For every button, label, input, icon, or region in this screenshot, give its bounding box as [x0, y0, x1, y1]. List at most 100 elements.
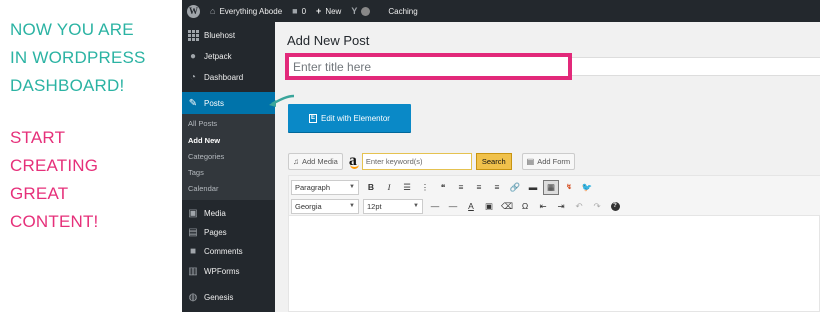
sidebar-item-dashboard[interactable]: ◔ Dashboard	[182, 66, 275, 88]
edit-with-elementor-button[interactable]: E Edit with Elementor	[288, 104, 411, 132]
link-icon[interactable]: 🔗	[507, 180, 523, 195]
add-form-button[interactable]: ▤ Add Form	[521, 152, 576, 170]
format-select[interactable]: Paragraph ▼	[291, 179, 359, 195]
caching-label: Caching	[388, 6, 418, 16]
marketing-caption: NOW YOU ARE IN WORDPRESS DASHBOARD! STAR…	[10, 16, 170, 236]
special-character-icon[interactable]: Ω	[517, 199, 533, 214]
caption-line: START	[10, 128, 66, 147]
submenu-item-tags[interactable]: Tags	[188, 168, 204, 177]
caption-line: DASHBOARD!	[10, 76, 125, 95]
media-icon: ♫	[293, 156, 299, 166]
outdent-icon[interactable]: ⇤	[535, 199, 551, 214]
align-left-icon[interactable]: ≡	[453, 180, 469, 195]
redo-icon[interactable]: ↷	[589, 199, 605, 214]
form-icon: ▤	[526, 156, 535, 166]
kitchen-sink-icon[interactable]: ▦	[543, 179, 559, 195]
sidebar-item-bluehost[interactable]: Bluehost	[182, 24, 275, 46]
chevron-down-icon: ▼	[413, 203, 419, 209]
font-family-select[interactable]: Georgia ▼	[291, 198, 359, 214]
keyword-search-input[interactable]	[361, 152, 472, 170]
forms-icon: ▥	[188, 265, 198, 277]
sidebar-item-label: Pages	[204, 227, 227, 237]
chevron-down-icon: ▼	[349, 203, 355, 209]
align-right-icon[interactable]: ≡	[489, 180, 505, 195]
comments-link[interactable]: ■ 0	[287, 0, 311, 22]
submenu-item-add-new[interactable]: Add New	[188, 136, 220, 145]
paste-text-icon[interactable]: ▣	[481, 199, 497, 214]
submenu-item-categories[interactable]: Categories	[188, 152, 224, 161]
plus-icon: +	[316, 6, 322, 16]
horizontal-line-icon[interactable]: —	[445, 199, 461, 214]
twitter-icon[interactable]: 🐦	[579, 180, 595, 195]
add-media-button[interactable]: ♫ Add Media	[288, 152, 343, 170]
title-field-extension	[572, 57, 820, 76]
page-title: Add New Post	[287, 33, 370, 48]
strikethrough-icon[interactable]: —	[427, 199, 443, 214]
elementor-icon: E	[309, 113, 318, 123]
help-glyph: ?	[610, 201, 620, 211]
blockquote-icon[interactable]: ❝	[435, 180, 451, 195]
help-icon[interactable]: ?	[607, 199, 623, 214]
sidebar-item-genesis[interactable]: ◍ Genesis	[182, 286, 275, 308]
pages-icon: ▤	[188, 226, 198, 238]
submenu-item-calendar[interactable]: Calendar	[188, 184, 218, 193]
jetpack-icon: ●	[189, 50, 197, 62]
align-center-icon[interactable]: ≡	[471, 180, 487, 195]
add-media-label: Add Media	[302, 156, 338, 166]
new-label: New	[325, 6, 342, 16]
yoast-menu[interactable]: Y	[346, 0, 375, 22]
search-button[interactable]: Search	[475, 152, 512, 170]
sidebar-item-label: Media	[204, 208, 226, 218]
sidebar-item-comments[interactable]: ■ Comments	[182, 240, 275, 262]
admin-bar: W ⌂ Everything Abode ■ 0 + New Y Caching	[182, 0, 820, 22]
clear-formatting-icon[interactable]: ⌫	[499, 199, 515, 214]
caching-menu[interactable]: Caching	[383, 0, 422, 22]
sidebar-item-wpforms[interactable]: ▥ WPForms	[182, 260, 275, 282]
comments-count: 0	[301, 6, 307, 16]
sidebar-item-label: WPForms	[204, 266, 240, 276]
toolbar-row-2: Georgia ▼ 12pt ▼ — — A ▣ ⌫ Ω ⇤ ⇥ ↶ ↷ ?	[291, 197, 625, 215]
admin-sidebar: Bluehost ● Jetpack ◔ Dashboard ✎ Posts A…	[182, 22, 281, 312]
caption-line: CREATING	[10, 156, 99, 175]
font-size-select[interactable]: 12pt ▼	[363, 198, 423, 214]
text-color-icon[interactable]: A	[463, 199, 479, 214]
numbered-list-icon[interactable]: ⋮	[417, 180, 433, 195]
home-icon: ⌂	[210, 6, 216, 16]
status-dot-icon	[361, 6, 371, 16]
wordpress-logo-icon: W	[187, 4, 200, 18]
sidebar-item-label: Genesis	[204, 292, 234, 302]
site-name: Everything Abode	[219, 6, 283, 16]
amazon-icon[interactable]: a	[349, 152, 359, 170]
bold-button[interactable]: B	[363, 180, 379, 195]
italic-button[interactable]: I	[381, 180, 397, 195]
size-select-value: 12pt	[367, 201, 382, 211]
sidebar-item-posts[interactable]: ✎ Posts	[182, 92, 281, 114]
pointer-arrow-icon	[269, 94, 295, 107]
submenu-item-all-posts[interactable]: All Posts	[188, 119, 217, 128]
new-content-link[interactable]: + New	[311, 0, 346, 22]
read-more-icon[interactable]: ▬	[525, 180, 541, 195]
media-buttons-row: ♫ Add Media a Search ▤ Add Form	[288, 151, 576, 171]
caption-line: NOW YOU ARE	[10, 20, 134, 39]
indent-icon[interactable]: ⇥	[553, 199, 569, 214]
grid-icon	[187, 29, 199, 41]
post-title-input[interactable]	[293, 59, 568, 74]
sidebar-item-label: Jetpack	[204, 51, 232, 61]
sidebar-item-label: Dashboard	[204, 72, 244, 82]
undo-icon[interactable]: ↶	[571, 199, 587, 214]
editor-content: Add New Post E Edit with Elementor ♫ Add…	[275, 22, 820, 312]
sidebar-item-label: Comments	[204, 246, 243, 256]
wordpress-screenshot: W ⌂ Everything Abode ■ 0 + New Y Caching…	[182, 0, 820, 312]
sidebar-item-jetpack[interactable]: ● Jetpack	[182, 45, 275, 67]
plugin-icon[interactable]: ↯	[561, 180, 577, 195]
comments-icon: ■	[189, 245, 197, 257]
bullet-list-icon[interactable]: ☰	[399, 180, 415, 195]
font-select-value: Georgia	[295, 201, 322, 211]
format-select-value: Paragraph	[295, 182, 331, 192]
chevron-down-icon: ▼	[349, 184, 355, 190]
elementor-label: Edit with Elementor	[321, 113, 390, 123]
sidebar-item-label: Bluehost	[204, 30, 236, 40]
site-name-link[interactable]: ⌂ Everything Abode	[205, 0, 287, 22]
wordpress-menu[interactable]: W	[182, 0, 205, 22]
caption-line: IN WORDPRESS	[10, 48, 146, 67]
